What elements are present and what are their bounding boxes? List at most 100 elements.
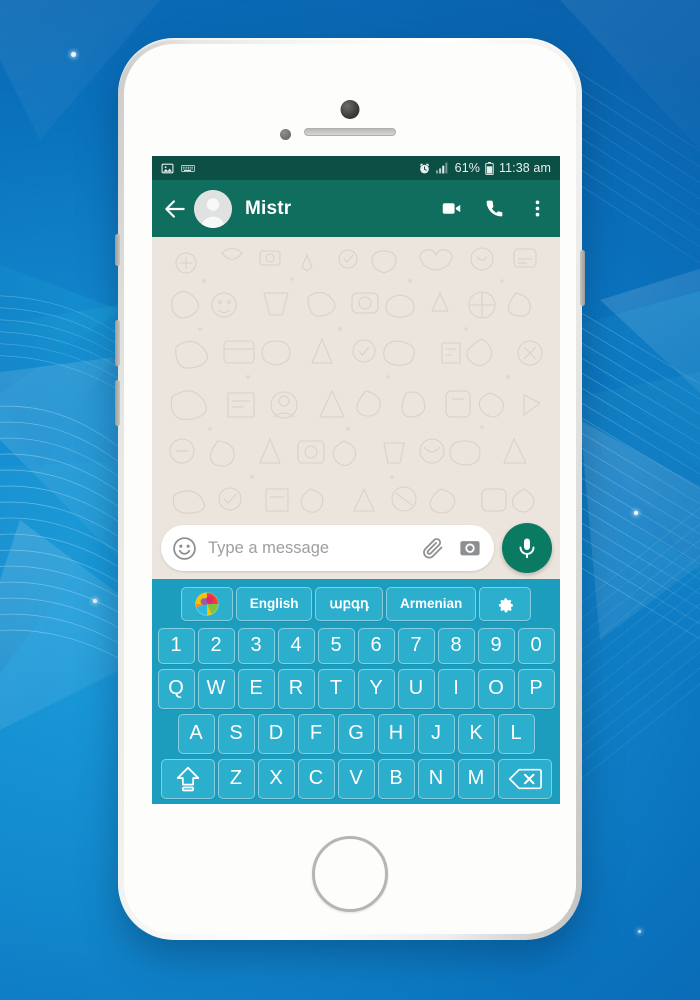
key-5[interactable]: 5 (317, 627, 355, 664)
sparkle-dot (634, 511, 638, 515)
key-label: C (308, 767, 324, 789)
key-6[interactable]: 6 (357, 627, 395, 664)
key-label: B (389, 767, 403, 789)
emoji-key[interactable] (213, 803, 268, 804)
key-label: I (453, 677, 459, 699)
key-d[interactable]: D (257, 713, 295, 754)
key-label: D (268, 722, 284, 744)
backspace-icon (508, 768, 542, 789)
volume-up-button[interactable] (115, 320, 120, 366)
key-label: S (229, 722, 243, 744)
key-o[interactable]: O (477, 668, 515, 709)
avatar[interactable] (194, 189, 232, 228)
clock-label: 11:38 am (499, 161, 551, 175)
keyboard-row-top: Q W E R T Y U I O P (155, 666, 557, 711)
earpiece-speaker (304, 128, 396, 136)
key-3[interactable]: 3 (237, 627, 275, 664)
keyboard-settings-button[interactable] (479, 586, 532, 621)
key-1[interactable]: 1 (157, 627, 195, 664)
key-7[interactable]: 7 (397, 627, 435, 664)
language-armenian-button[interactable]: Armenian (386, 586, 477, 621)
key-9[interactable]: 9 (477, 627, 515, 664)
key-2[interactable]: 2 (197, 627, 235, 664)
key-r[interactable]: R (277, 668, 315, 709)
key-label: G (348, 722, 364, 744)
key-t[interactable]: T (317, 668, 355, 709)
key-z[interactable]: Z (217, 758, 255, 799)
signal-bars-icon (435, 162, 448, 174)
key-label: 4 (290, 634, 302, 656)
key-label: N (428, 767, 444, 789)
keyboard-row-actions: #@ (155, 801, 557, 804)
doodle-wallpaper (152, 237, 560, 517)
voice-record-button[interactable] (502, 523, 552, 573)
enter-key[interactable] (501, 803, 556, 804)
key-f[interactable]: F (297, 713, 335, 754)
key-u[interactable]: U (397, 668, 435, 709)
key-a[interactable]: A (177, 713, 215, 754)
backspace-key[interactable] (497, 758, 552, 799)
key-p[interactable]: P (517, 668, 555, 709)
volume-down-button[interactable] (115, 380, 120, 426)
silent-switch[interactable] (115, 234, 120, 266)
emoji-icon[interactable] (172, 536, 197, 561)
message-input-bar: Type a message (152, 517, 560, 579)
key-k[interactable]: K (457, 713, 495, 754)
back-arrow-icon[interactable] (162, 196, 188, 222)
key-label: E (249, 677, 263, 699)
key-8[interactable]: 8 (437, 627, 475, 664)
key-c[interactable]: C (297, 758, 335, 799)
key-m[interactable]: M (457, 758, 495, 799)
key-n[interactable]: N (417, 758, 455, 799)
key-label: Z (229, 767, 243, 789)
key-label: Y (369, 677, 383, 699)
paperclip-icon[interactable] (421, 536, 445, 560)
on-screen-keyboard: English աբգդ Armenian 1 2 3 4 5 6 7 8 9 … (152, 579, 560, 804)
power-button[interactable] (580, 250, 585, 306)
key-w[interactable]: W (197, 668, 235, 709)
key-e[interactable]: E (237, 668, 275, 709)
period-key[interactable]: . (444, 803, 499, 804)
whatsapp-app-bar: Mistr (152, 180, 560, 237)
message-input-placeholder[interactable]: Type a message (208, 539, 421, 558)
phone-body: 61% 11:38 am Mistr Type a message Englis… (124, 44, 576, 934)
key-g[interactable]: G (337, 713, 375, 754)
language-english-button[interactable]: English (235, 586, 313, 621)
key-label: K (469, 722, 483, 744)
key-label: X (269, 767, 283, 789)
message-input-pill[interactable]: Type a message (161, 525, 494, 571)
key-v[interactable]: V (337, 758, 375, 799)
overflow-menu-icon[interactable] (527, 198, 548, 219)
alarm-icon (419, 162, 429, 173)
key-0[interactable]: 0 (517, 627, 555, 664)
key-i[interactable]: I (437, 668, 475, 709)
key-q[interactable]: Q (157, 668, 195, 709)
keyboard-logo-button[interactable] (180, 586, 233, 621)
key-label: 8 (450, 634, 462, 656)
chat-message-area[interactable] (152, 237, 560, 517)
home-button[interactable] (312, 836, 388, 912)
camera-icon[interactable] (459, 537, 481, 559)
key-label: H (388, 722, 404, 744)
language-armenian-native-label: աբգդ (329, 595, 370, 611)
voice-call-icon[interactable] (484, 198, 505, 219)
key-label: V (349, 767, 363, 789)
keyboard-icon (181, 164, 195, 172)
video-call-icon[interactable] (441, 198, 462, 219)
key-label: O (488, 677, 504, 699)
key-y[interactable]: Y (357, 668, 395, 709)
key-s[interactable]: S (217, 713, 255, 754)
key-x[interactable]: X (257, 758, 295, 799)
front-camera-icon (340, 100, 360, 119)
language-english-label: English (249, 596, 299, 611)
shift-key[interactable] (160, 758, 215, 799)
key-l[interactable]: L (497, 713, 535, 754)
sparkle-dot (93, 599, 97, 603)
symbols-key[interactable]: #@ (156, 803, 211, 804)
language-armenian-native-button[interactable]: աբգդ (315, 586, 384, 621)
key-b[interactable]: B (377, 758, 415, 799)
space-key[interactable] (270, 803, 442, 804)
key-4[interactable]: 4 (277, 627, 315, 664)
key-j[interactable]: J (417, 713, 455, 754)
key-h[interactable]: H (377, 713, 415, 754)
